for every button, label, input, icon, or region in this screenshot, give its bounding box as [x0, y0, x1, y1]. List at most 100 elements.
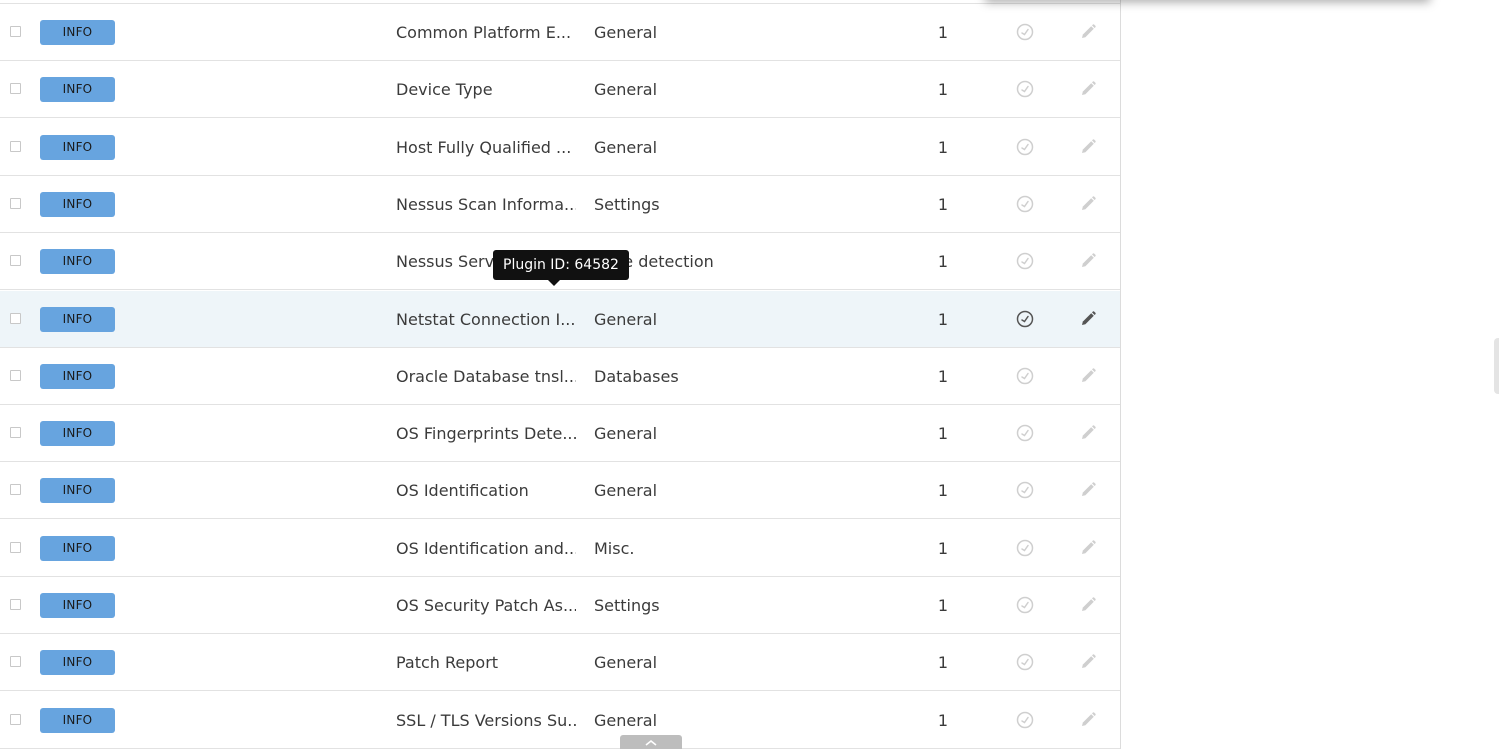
- pencil-edit-icon[interactable]: [1079, 653, 1097, 671]
- plugin-family: General: [594, 424, 658, 443]
- row-checkbox[interactable]: [10, 370, 21, 381]
- vulnerabilities-page: INFO Common Platform E... General 1 INFO Devi…: [0, 0, 1499, 749]
- plugin-count: 1: [937, 596, 949, 615]
- snooze-clock-icon[interactable]: [1016, 138, 1034, 156]
- plugin-name[interactable]: OS Fingerprints Dete...: [396, 405, 576, 462]
- row-checkbox[interactable]: [10, 313, 21, 324]
- table-row[interactable]: INFO Common Platform E... General 1: [0, 4, 1120, 61]
- row-checkbox[interactable]: [10, 656, 21, 667]
- severity-badge: INFO: [40, 307, 115, 332]
- plugin-name[interactable]: Netstat Connection I...: [396, 291, 576, 348]
- table-row[interactable]: INFO Netstat Connection I... General 1: [0, 291, 1120, 348]
- table-row[interactable]: INFO Patch Report General 1: [0, 634, 1120, 691]
- plugin-count: 1: [937, 310, 949, 329]
- plugin-family: Databases: [594, 367, 679, 386]
- snooze-clock-icon[interactable]: [1016, 596, 1034, 614]
- snooze-clock-icon[interactable]: [1016, 711, 1034, 729]
- plugin-name[interactable]: OS Identification: [396, 462, 576, 519]
- plugin-name[interactable]: OS Identification and...: [396, 520, 576, 577]
- severity-badge: INFO: [40, 708, 115, 733]
- pencil-edit-icon[interactable]: [1079, 367, 1097, 385]
- plugin-family: rvice detection: [594, 252, 714, 271]
- pencil-edit-icon[interactable]: [1079, 310, 1097, 328]
- table-row[interactable]: INFO Device Type General 1: [0, 61, 1120, 118]
- severity-badge: INFO: [40, 249, 115, 274]
- severity-badge: INFO: [40, 478, 115, 503]
- table-row[interactable]: INFO OS Fingerprints Dete... General 1: [0, 405, 1120, 462]
- tooltip-arrow: [548, 280, 560, 286]
- plugin-family: General: [594, 653, 658, 672]
- pencil-edit-icon[interactable]: [1079, 138, 1097, 156]
- plugin-name[interactable]: Patch Report: [396, 634, 576, 691]
- table-row[interactable]: INFO OS Identification General 1: [0, 462, 1120, 519]
- plugin-count: 1: [937, 138, 949, 157]
- plugin-name[interactable]: Common Platform E...: [396, 4, 576, 61]
- severity-badge: INFO: [40, 77, 115, 102]
- snooze-clock-icon[interactable]: [1016, 367, 1034, 385]
- pencil-edit-icon[interactable]: [1079, 195, 1097, 213]
- plugin-family: General: [594, 138, 658, 157]
- plugin-name[interactable]: Oracle Database tnsl...: [396, 348, 576, 405]
- plugin-family: General: [594, 23, 658, 42]
- plugin-count: 1: [937, 195, 949, 214]
- row-checkbox[interactable]: [10, 83, 21, 94]
- snooze-clock-icon[interactable]: [1016, 195, 1034, 213]
- plugin-count: 1: [937, 367, 949, 386]
- vulnerabilities-table: INFO Common Platform E... General 1 INFO Devi…: [0, 0, 1121, 749]
- row-checkbox[interactable]: [10, 427, 21, 438]
- row-checkbox[interactable]: [10, 141, 21, 152]
- plugin-family: Misc.: [594, 539, 635, 558]
- table-row[interactable]: INFO Oracle Database tnsl... Databases 1: [0, 348, 1120, 405]
- plugin-family: Settings: [594, 195, 660, 214]
- snooze-clock-icon[interactable]: [1016, 80, 1034, 98]
- table-row[interactable]: INFO OS Identification and... Misc. 1: [0, 520, 1120, 577]
- row-checkbox[interactable]: [10, 714, 21, 725]
- snooze-clock-icon[interactable]: [1016, 539, 1034, 557]
- pencil-edit-icon[interactable]: [1079, 23, 1097, 41]
- plugin-family: General: [594, 310, 658, 329]
- snooze-clock-icon[interactable]: [1016, 23, 1034, 41]
- snooze-clock-icon[interactable]: [1016, 252, 1034, 270]
- table-row[interactable]: INFO SSL / TLS Versions Su... General 1: [0, 692, 1120, 749]
- plugin-name[interactable]: OS Security Patch As...: [396, 577, 576, 634]
- plugin-name[interactable]: SSL / TLS Versions Su...: [396, 692, 576, 749]
- row-checkbox[interactable]: [10, 26, 21, 37]
- severity-badge: INFO: [40, 650, 115, 675]
- snooze-clock-icon[interactable]: [1016, 653, 1034, 671]
- row-checkbox[interactable]: [10, 542, 21, 553]
- side-panel-handle[interactable]: [1494, 338, 1499, 394]
- snooze-clock-icon[interactable]: [1016, 481, 1034, 499]
- scroll-to-top-button[interactable]: [620, 735, 682, 749]
- pencil-edit-icon[interactable]: [1079, 711, 1097, 729]
- plugin-count: 1: [937, 539, 949, 558]
- table-row[interactable]: INFO Host Fully Qualified ... General 1: [0, 119, 1120, 176]
- pencil-edit-icon[interactable]: [1079, 481, 1097, 499]
- snooze-clock-icon[interactable]: [1016, 310, 1034, 328]
- plugin-count: 1: [937, 23, 949, 42]
- plugin-count: 1: [937, 424, 949, 443]
- row-checkbox[interactable]: [10, 484, 21, 495]
- row-checkbox[interactable]: [10, 599, 21, 610]
- plugin-count: 1: [937, 252, 949, 271]
- table-row[interactable]: INFO Nessus Scan Informa... Settings 1: [0, 176, 1120, 233]
- severity-badge: INFO: [40, 20, 115, 45]
- table-row[interactable]: INFO OS Security Patch As... Settings 1: [0, 577, 1120, 634]
- severity-badge: INFO: [40, 536, 115, 561]
- severity-badge: INFO: [40, 593, 115, 618]
- plugin-name[interactable]: Host Fully Qualified ...: [396, 119, 576, 176]
- snooze-clock-icon[interactable]: [1016, 424, 1034, 442]
- row-checkbox[interactable]: [10, 255, 21, 266]
- pencil-edit-icon[interactable]: [1079, 596, 1097, 614]
- pencil-edit-icon[interactable]: [1079, 80, 1097, 98]
- plugin-family: General: [594, 80, 658, 99]
- row-checkbox[interactable]: [10, 198, 21, 209]
- plugin-name[interactable]: Device Type: [396, 61, 576, 118]
- pencil-edit-icon[interactable]: [1079, 539, 1097, 557]
- pencil-edit-icon[interactable]: [1079, 252, 1097, 270]
- severity-badge: INFO: [40, 364, 115, 389]
- pencil-edit-icon[interactable]: [1079, 424, 1097, 442]
- severity-badge: INFO: [40, 421, 115, 446]
- plugin-id-tooltip: Plugin ID: 64582: [493, 250, 629, 280]
- plugin-name[interactable]: Nessus Scan Informa...: [396, 176, 576, 233]
- plugin-count: 1: [937, 481, 949, 500]
